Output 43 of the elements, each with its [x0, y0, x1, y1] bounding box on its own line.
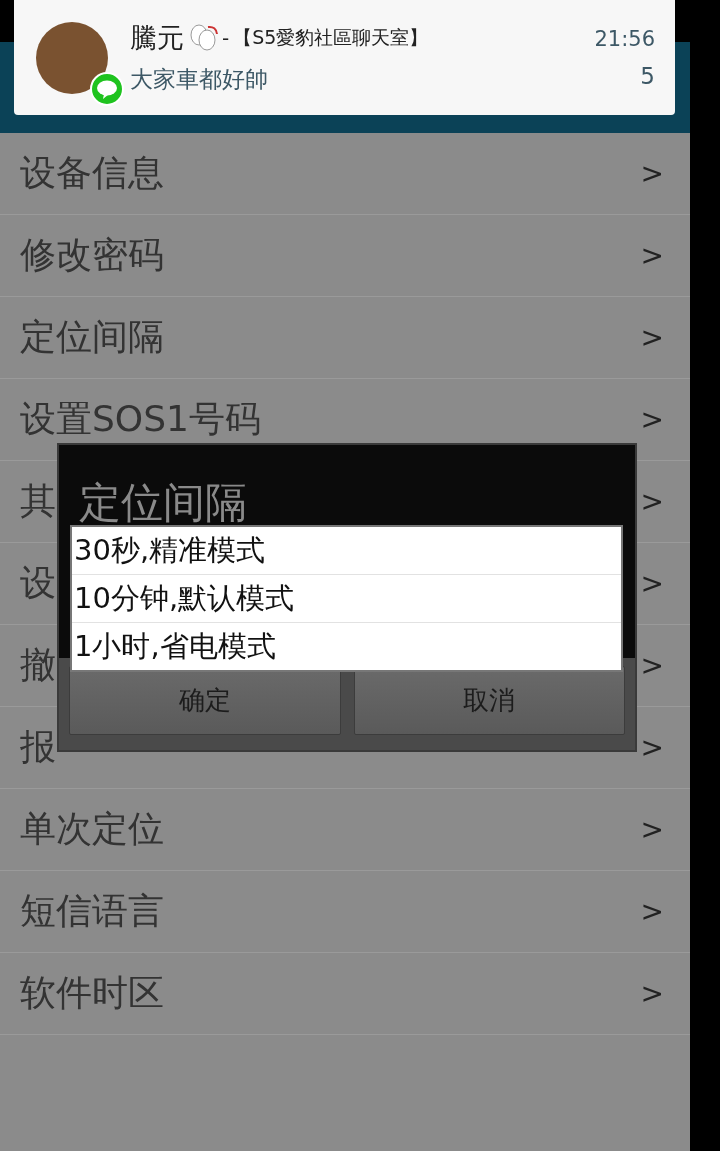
notification-card[interactable]: 騰元 - 【S5愛豹社區聊天室】 大家車都好帥 21:56 5 — [14, 0, 675, 115]
menu-label: 修改密码 — [20, 233, 164, 277]
menu-label: 其 — [20, 479, 56, 523]
separator: - — [222, 26, 230, 50]
chevron: > — [640, 731, 664, 764]
chevron: > — [640, 157, 664, 190]
chevron: > — [640, 485, 664, 518]
menu-label: 短信语言 — [20, 889, 164, 933]
dialog-button[interactable]: 确定 — [69, 666, 341, 735]
chat-app-icon — [90, 71, 124, 106]
menu-label: 设置SOS1号码 — [20, 397, 261, 441]
dialog-button[interactable]: 取消 — [353, 666, 625, 735]
sender-name: 騰元 — [130, 21, 184, 55]
chevron: > — [640, 813, 664, 846]
chevron: > — [640, 977, 664, 1010]
message-count: 5 — [640, 62, 655, 89]
dropdown-option[interactable]: 10分钟,默认模式 — [72, 574, 621, 622]
menu-row[interactable]: 定位间隔 > — [0, 297, 690, 379]
menu-label: 定位间隔 — [20, 315, 164, 359]
menu-row[interactable]: 单次定位 > — [0, 789, 690, 871]
dialog-title: 定位间隔 — [79, 476, 247, 529]
dropdown-option[interactable]: 30秒,精准模式 — [72, 527, 621, 574]
menu-row[interactable]: 软件时区 > — [0, 953, 690, 1035]
menu-row[interactable]: 短信语言 > — [0, 871, 690, 953]
group-name: 【S5愛豹社區聊天室】 — [233, 25, 429, 50]
chevron: > — [640, 649, 664, 682]
menu-label: 软件时区 — [20, 971, 164, 1015]
chevron: > — [640, 895, 664, 928]
message-preview: 大家車都好帥 — [130, 65, 269, 94]
chevron: > — [640, 403, 664, 436]
menu-label: 设备信息 — [20, 151, 164, 195]
chevron: > — [640, 321, 664, 354]
theatre-masks-icon — [188, 24, 218, 52]
menu-row[interactable]: 修改密码 > — [0, 215, 690, 297]
menu-row[interactable]: 设备信息 > — [0, 133, 690, 215]
menu-label: 撤 — [20, 643, 56, 687]
chevron: > — [640, 567, 664, 600]
menu-label: 设 — [20, 561, 56, 605]
chevron: > — [640, 239, 664, 272]
dropdown-option[interactable]: 1小时,省电模式 — [72, 622, 621, 670]
menu-label: 报 — [20, 725, 56, 769]
time: 21:56 — [594, 26, 655, 51]
menu-label: 单次定位 — [20, 807, 164, 851]
